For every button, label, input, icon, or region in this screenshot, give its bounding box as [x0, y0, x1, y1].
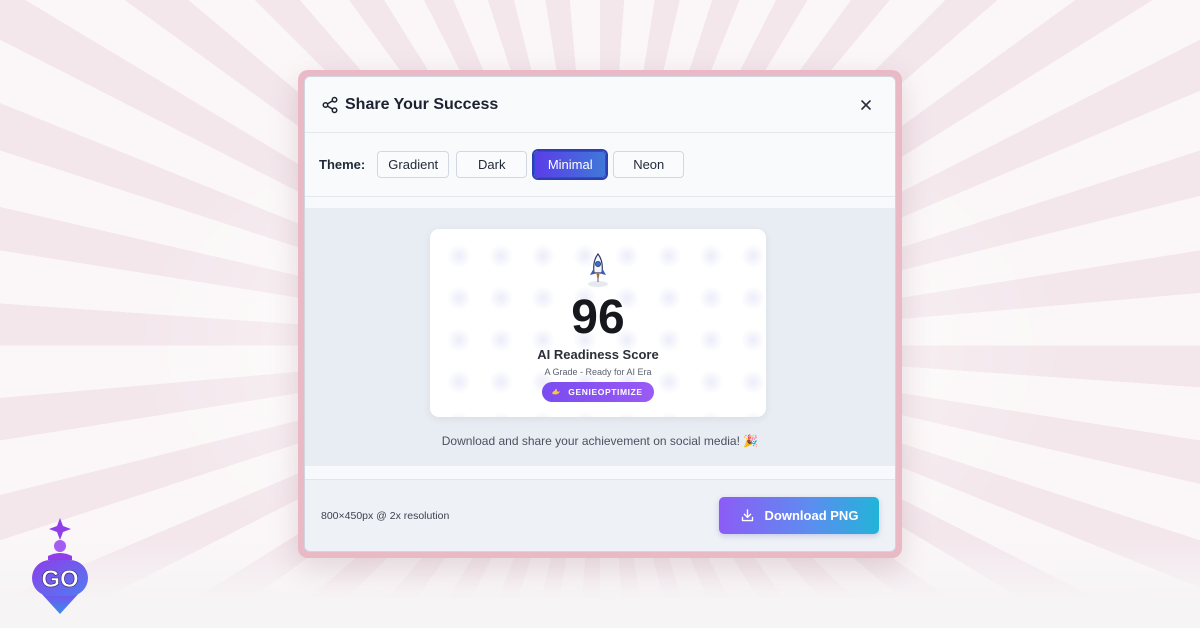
theme-label: Theme: [319, 157, 366, 172]
score-value: 96 [571, 291, 625, 344]
logo-text: GO [41, 566, 78, 593]
modal-header: Share Your Success [305, 77, 895, 133]
theme-option-dark[interactable]: Dark [456, 151, 528, 178]
download-icon [741, 509, 753, 522]
share-caption: Download and share your achievement on s… [441, 434, 759, 448]
download-png-button[interactable]: Download PNG [719, 497, 879, 534]
theme-option-minimal[interactable]: Minimal [534, 151, 607, 178]
close-button[interactable] [853, 92, 879, 118]
card-content: 96 AI Readiness Score A Grade - Ready fo… [430, 229, 766, 402]
theme-option-gradient[interactable]: Gradient [377, 151, 450, 178]
brand-badge: GENIEOPTIMIZE [542, 382, 654, 402]
brand-name: GENIEOPTIMIZE [568, 387, 643, 397]
close-icon [861, 99, 871, 110]
share-modal: Share Your Success Theme: Gradient Dark … [304, 76, 896, 552]
preview-area: 96 AI Readiness Score A Grade - Ready fo… [305, 208, 895, 466]
genie-lamp-icon [552, 389, 561, 395]
theme-option-neon[interactable]: Neon [613, 151, 685, 178]
score-card-preview: 96 AI Readiness Score A Grade - Ready fo… [430, 229, 766, 417]
modal-footer: 800×450px @ 2x resolution Download PNG [305, 479, 895, 551]
rocket-icon [588, 253, 608, 287]
modal-title: Share Your Success [345, 95, 499, 113]
resolution-info: 800×450px @ 2x resolution [321, 509, 450, 522]
share-modal-frame: Share Your Success Theme: Gradient Dark … [298, 70, 902, 558]
download-button-label: Download PNG [764, 508, 859, 523]
genieoptimize-logo: GO [32, 518, 88, 614]
score-label: AI Readiness Score [537, 347, 659, 362]
share-icon [322, 96, 338, 113]
grade-text: A Grade - Ready for AI Era [544, 367, 652, 377]
theme-selector: Theme: Gradient Dark Minimal Neon [305, 133, 895, 197]
